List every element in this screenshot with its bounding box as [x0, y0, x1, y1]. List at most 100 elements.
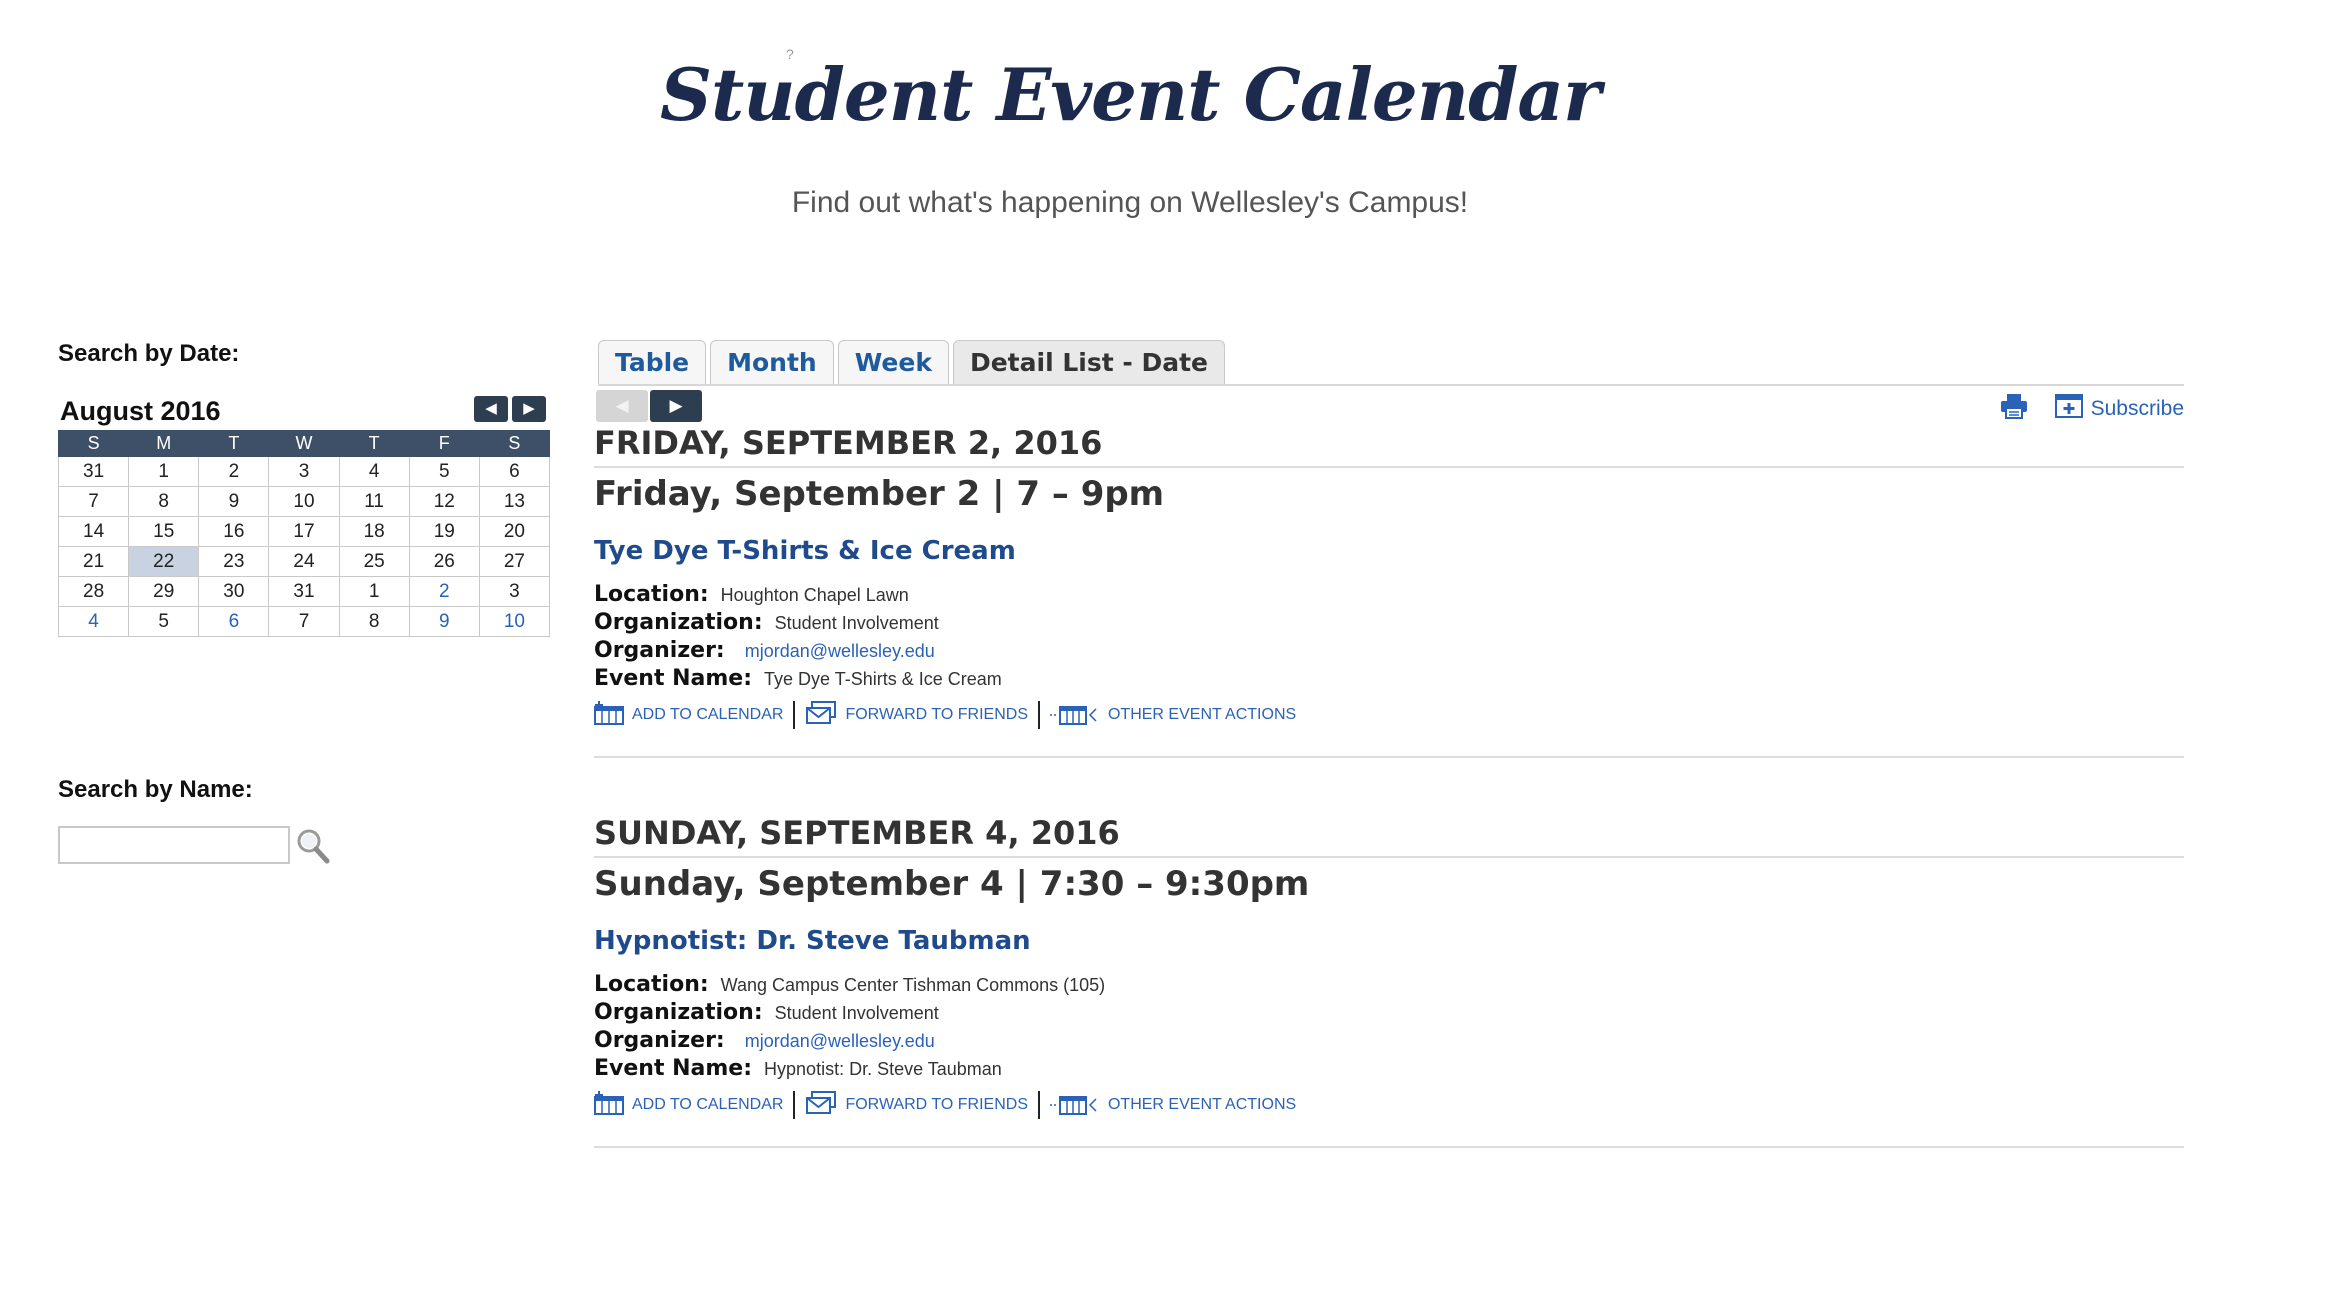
- calendar-day[interactable]: 1: [338, 576, 410, 607]
- event-details: Location: Houghton Chapel Lawn Organizat…: [594, 582, 2184, 694]
- other-event-actions-link[interactable]: OTHER EVENT ACTIONS: [1049, 701, 1296, 730]
- calendar-day[interactable]: 27: [478, 546, 551, 577]
- calendar-week-row: 14 15 16 17 18 19 20: [57, 516, 551, 547]
- next-page-button[interactable]: ▶: [650, 390, 702, 422]
- calendar-day[interactable]: 12: [408, 486, 480, 517]
- calendar-day[interactable]: 8: [128, 486, 200, 517]
- event-location-row: Location: Houghton Chapel Lawn: [594, 582, 2184, 610]
- divider: [594, 466, 2184, 468]
- calendar-day[interactable]: 16: [198, 516, 270, 547]
- calendar-day[interactable]: 5: [128, 606, 200, 637]
- calendar-day[interactable]: 6: [198, 606, 270, 637]
- tab-week[interactable]: Week: [837, 340, 949, 384]
- calendar-day[interactable]: 13: [478, 486, 551, 517]
- previous-page-button[interactable]: ◀: [596, 390, 648, 422]
- name-search-input[interactable]: [58, 826, 290, 864]
- calendar-day[interactable]: 15: [128, 516, 200, 547]
- tab-table[interactable]: Table: [598, 340, 707, 384]
- event-name-label: Event Name:: [594, 666, 753, 691]
- forward-to-friends-link[interactable]: FORWARD TO FRIENDS: [805, 700, 1028, 730]
- event-time: Sunday, September 4 | 7:30 – 9:30pm: [594, 864, 1310, 904]
- list-tools: Subscribe: [1999, 392, 2184, 425]
- event-organizer-row: Organizer: mjordan@wellesley.edu: [594, 638, 2184, 666]
- search-by-date-heading: Search by Date:: [58, 340, 240, 367]
- calendar-day[interactable]: 4: [338, 456, 410, 487]
- mini-calendar-prev-button[interactable]: ◀: [474, 396, 508, 422]
- weekday-header: S: [478, 430, 551, 457]
- event-title-link[interactable]: Hypnotist: Dr. Steve Taubman: [594, 926, 2184, 956]
- mini-calendar-next-button[interactable]: ▶: [512, 396, 546, 422]
- calendar-day[interactable]: 3: [478, 576, 551, 607]
- event-organization-row: Organization: Student Involvement: [594, 1000, 2184, 1028]
- calendar-day[interactable]: 19: [408, 516, 480, 547]
- calendar-day[interactable]: 26: [408, 546, 480, 577]
- tab-month[interactable]: Month: [710, 340, 834, 384]
- calendar-day[interactable]: 25: [338, 546, 410, 577]
- calendar-day[interactable]: 7: [268, 606, 340, 637]
- event-organizer-email[interactable]: mjordan@wellesley.edu: [745, 1031, 935, 1052]
- mini-calendar: August 2016 ◀ ▶ S M T W T F S 31 1 2 3 4 5 6 7 8…: [57, 394, 551, 637]
- event-organizer-email[interactable]: mjordan@wellesley.edu: [745, 641, 935, 662]
- tab-detail-list-date[interactable]: Detail List - Date: [952, 340, 1225, 384]
- subscribe-button[interactable]: Subscribe: [2054, 393, 2184, 424]
- search-icon[interactable]: [294, 826, 332, 866]
- event-title-link[interactable]: Tye Dye T-Shirts & Ice Cream: [594, 536, 2184, 566]
- organization-label: Organization:: [594, 1000, 763, 1025]
- forward-to-friends-link[interactable]: FORWARD TO FRIENDS: [805, 1090, 1028, 1120]
- calendar-day[interactable]: 10: [268, 486, 340, 517]
- calendar-day[interactable]: 7: [57, 486, 130, 517]
- calendar-day[interactable]: 21: [57, 546, 130, 577]
- weekday-header: T: [338, 430, 410, 457]
- calendar-day[interactable]: 23: [198, 546, 270, 577]
- calendar-week-row: 31 1 2 3 4 5 6: [57, 456, 551, 487]
- calendar-day[interactable]: 31: [57, 456, 130, 487]
- calendar-day[interactable]: 20: [478, 516, 551, 547]
- forward-envelope-icon: [805, 700, 837, 730]
- calendar-day[interactable]: 6: [478, 456, 551, 487]
- forward-to-friends-label: FORWARD TO FRIENDS: [845, 706, 1028, 723]
- event-entry: SUNDAY, SEPTEMBER 4, 2016 Sunday, Septem…: [594, 814, 2184, 1148]
- calendar-day[interactable]: 9: [408, 606, 480, 637]
- weekday-header: T: [198, 430, 270, 457]
- calendar-day[interactable]: 22: [128, 546, 200, 577]
- calendar-day[interactable]: 9: [198, 486, 270, 517]
- print-icon[interactable]: [1999, 392, 2029, 425]
- event-entry: FRIDAY, SEPTEMBER 2, 2016 Friday, Septem…: [594, 424, 2184, 758]
- event-location: Houghton Chapel Lawn: [720, 585, 909, 605]
- action-separator: [1037, 701, 1040, 729]
- add-to-calendar-icon: [594, 700, 624, 730]
- calendar-day[interactable]: 28: [57, 576, 130, 607]
- add-to-calendar-link[interactable]: ADD TO CALENDAR: [594, 1090, 783, 1120]
- calendar-day[interactable]: 10: [478, 606, 551, 637]
- view-tabs: Table Month Week Detail List - Date: [598, 340, 1225, 384]
- location-label: Location:: [594, 582, 709, 607]
- forward-envelope-icon: [805, 1090, 837, 1120]
- page-subtitle: Find out what's happening on Wellesley's…: [791, 186, 1469, 219]
- calendar-day[interactable]: 3: [268, 456, 340, 487]
- calendar-day[interactable]: 18: [338, 516, 410, 547]
- calendar-day[interactable]: 14: [57, 516, 130, 547]
- calendar-week-row: 21 22 23 24 25 26 27: [57, 546, 551, 577]
- calendar-week-row: 28 29 30 31 1 2 3: [57, 576, 551, 607]
- calendar-day[interactable]: 1: [128, 456, 200, 487]
- event-organization: Student Involvement: [774, 1003, 939, 1023]
- calendar-day[interactable]: 29: [128, 576, 200, 607]
- calendar-day[interactable]: 31: [268, 576, 340, 607]
- other-event-actions-link[interactable]: OTHER EVENT ACTIONS: [1049, 1091, 1297, 1120]
- calendar-day[interactable]: 5: [408, 456, 480, 487]
- event-details: Location: Wang Campus Center Tishman Com…: [594, 972, 2184, 1084]
- event-name-row: Event Name: Tye Dye T-Shirts & Ice Cream: [594, 666, 2184, 694]
- calendar-day[interactable]: 11: [338, 486, 410, 517]
- calendar-day[interactable]: 4: [57, 606, 130, 637]
- add-to-calendar-link[interactable]: ADD TO CALENDAR: [594, 700, 783, 730]
- calendar-day[interactable]: 30: [198, 576, 270, 607]
- calendar-day[interactable]: 2: [408, 576, 480, 607]
- calendar-day[interactable]: 24: [268, 546, 340, 577]
- calendar-day[interactable]: 2: [198, 456, 270, 487]
- event-name-label: Event Name:: [594, 1056, 753, 1081]
- event-location-row: Location: Wang Campus Center Tishman Com…: [594, 972, 2184, 1000]
- other-actions-icon: [1049, 701, 1100, 730]
- calendar-day[interactable]: 8: [338, 606, 410, 637]
- other-event-actions-label: OTHER EVENT ACTIONS: [1107, 1096, 1297, 1113]
- calendar-day[interactable]: 17: [268, 516, 340, 547]
